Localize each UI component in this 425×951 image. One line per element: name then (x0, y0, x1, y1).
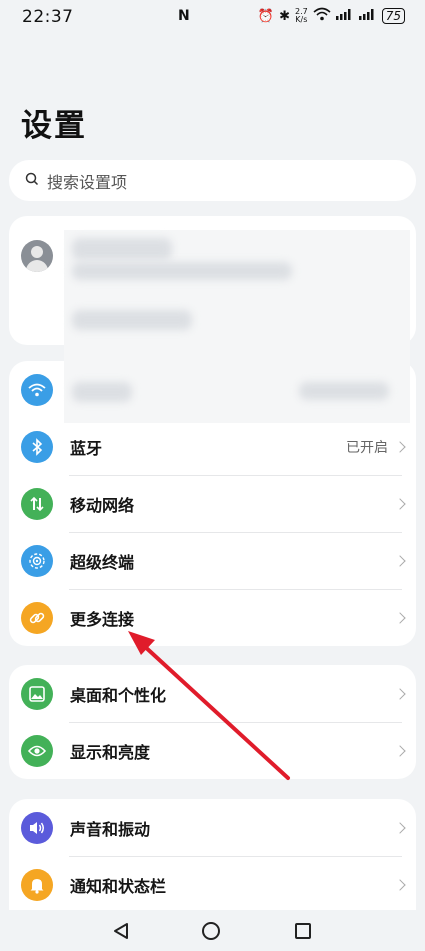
bluetooth-status: 已开启 (346, 439, 388, 456)
chevron-right-icon (394, 497, 406, 510)
mobile-network-row[interactable]: 移动网络 (9, 475, 416, 532)
wifi-status-icon (313, 7, 331, 25)
wifi-icon (21, 373, 53, 406)
status-bar: 22:37 N ⏰ ✱ 2.7 K/s 75 (0, 0, 425, 34)
chevron-right-icon (394, 611, 406, 624)
super-device-icon (21, 544, 53, 577)
sound-vibration-label: 声音和振动 (70, 819, 151, 839)
signal-icon-2 (358, 8, 377, 24)
desktop-personalization-label: 桌面和个性化 (70, 685, 167, 705)
wallpaper-icon (21, 677, 53, 710)
notification-statusbar-row[interactable]: 通知和状态栏 (9, 856, 416, 910)
alarm-icon: ⏰ (257, 8, 275, 24)
notification-statusbar-label: 通知和状态栏 (70, 876, 167, 896)
bluetooth-icon (21, 430, 53, 463)
more-connections-row[interactable]: 更多连接 (9, 589, 416, 646)
status-icons: ⏰ ✱ 2.7 K/s 75 (258, 7, 405, 25)
bell-icon (21, 868, 53, 901)
chevron-right-icon (394, 744, 406, 757)
bluetooth-status-icon: ✱ (279, 8, 290, 24)
search-input[interactable]: 搜索设置项 (9, 160, 416, 201)
back-icon[interactable] (112, 922, 130, 944)
super-device-row[interactable]: 超级终端 (9, 532, 416, 589)
more-connections-label: 更多连接 (70, 609, 135, 629)
eye-icon (21, 734, 53, 767)
mobile-network-icon (21, 487, 53, 520)
sound-notification-group: 声音和振动 通知和状态栏 (9, 799, 416, 910)
recent-apps-icon[interactable] (295, 923, 311, 939)
mobile-network-label: 移动网络 (70, 495, 135, 515)
battery-icon: 75 (381, 8, 405, 24)
sound-vibration-row[interactable]: 声音和振动 (9, 799, 416, 856)
page-title: 设置 (21, 108, 87, 144)
status-time: 22:37 (22, 7, 74, 27)
bluetooth-label: 蓝牙 (70, 438, 103, 458)
chevron-right-icon (394, 821, 406, 834)
search-icon (25, 171, 39, 190)
network-speed: 2.7 K/s (294, 7, 308, 24)
home-icon[interactable] (202, 922, 220, 940)
nfc-icon: N (178, 8, 190, 24)
chevron-right-icon (394, 687, 406, 700)
display-brightness-label: 显示和亮度 (70, 742, 151, 762)
chevron-right-icon (394, 440, 406, 453)
super-device-label: 超级终端 (70, 552, 135, 572)
chevron-right-icon (394, 878, 406, 891)
desktop-personalization-row[interactable]: 桌面和个性化 (9, 665, 416, 722)
speaker-icon (21, 811, 53, 844)
navigation-bar (0, 910, 425, 951)
personalization-group: 桌面和个性化 显示和亮度 (9, 665, 416, 779)
chevron-right-icon (394, 554, 406, 567)
bluetooth-row[interactable]: 蓝牙 已开启 (9, 418, 416, 475)
avatar (21, 240, 53, 272)
display-brightness-row[interactable]: 显示和亮度 (9, 722, 416, 779)
blurred-region (64, 230, 410, 423)
signal-icon-1 (335, 8, 354, 24)
link-icon (21, 601, 53, 634)
search-placeholder: 搜索设置项 (47, 172, 128, 192)
